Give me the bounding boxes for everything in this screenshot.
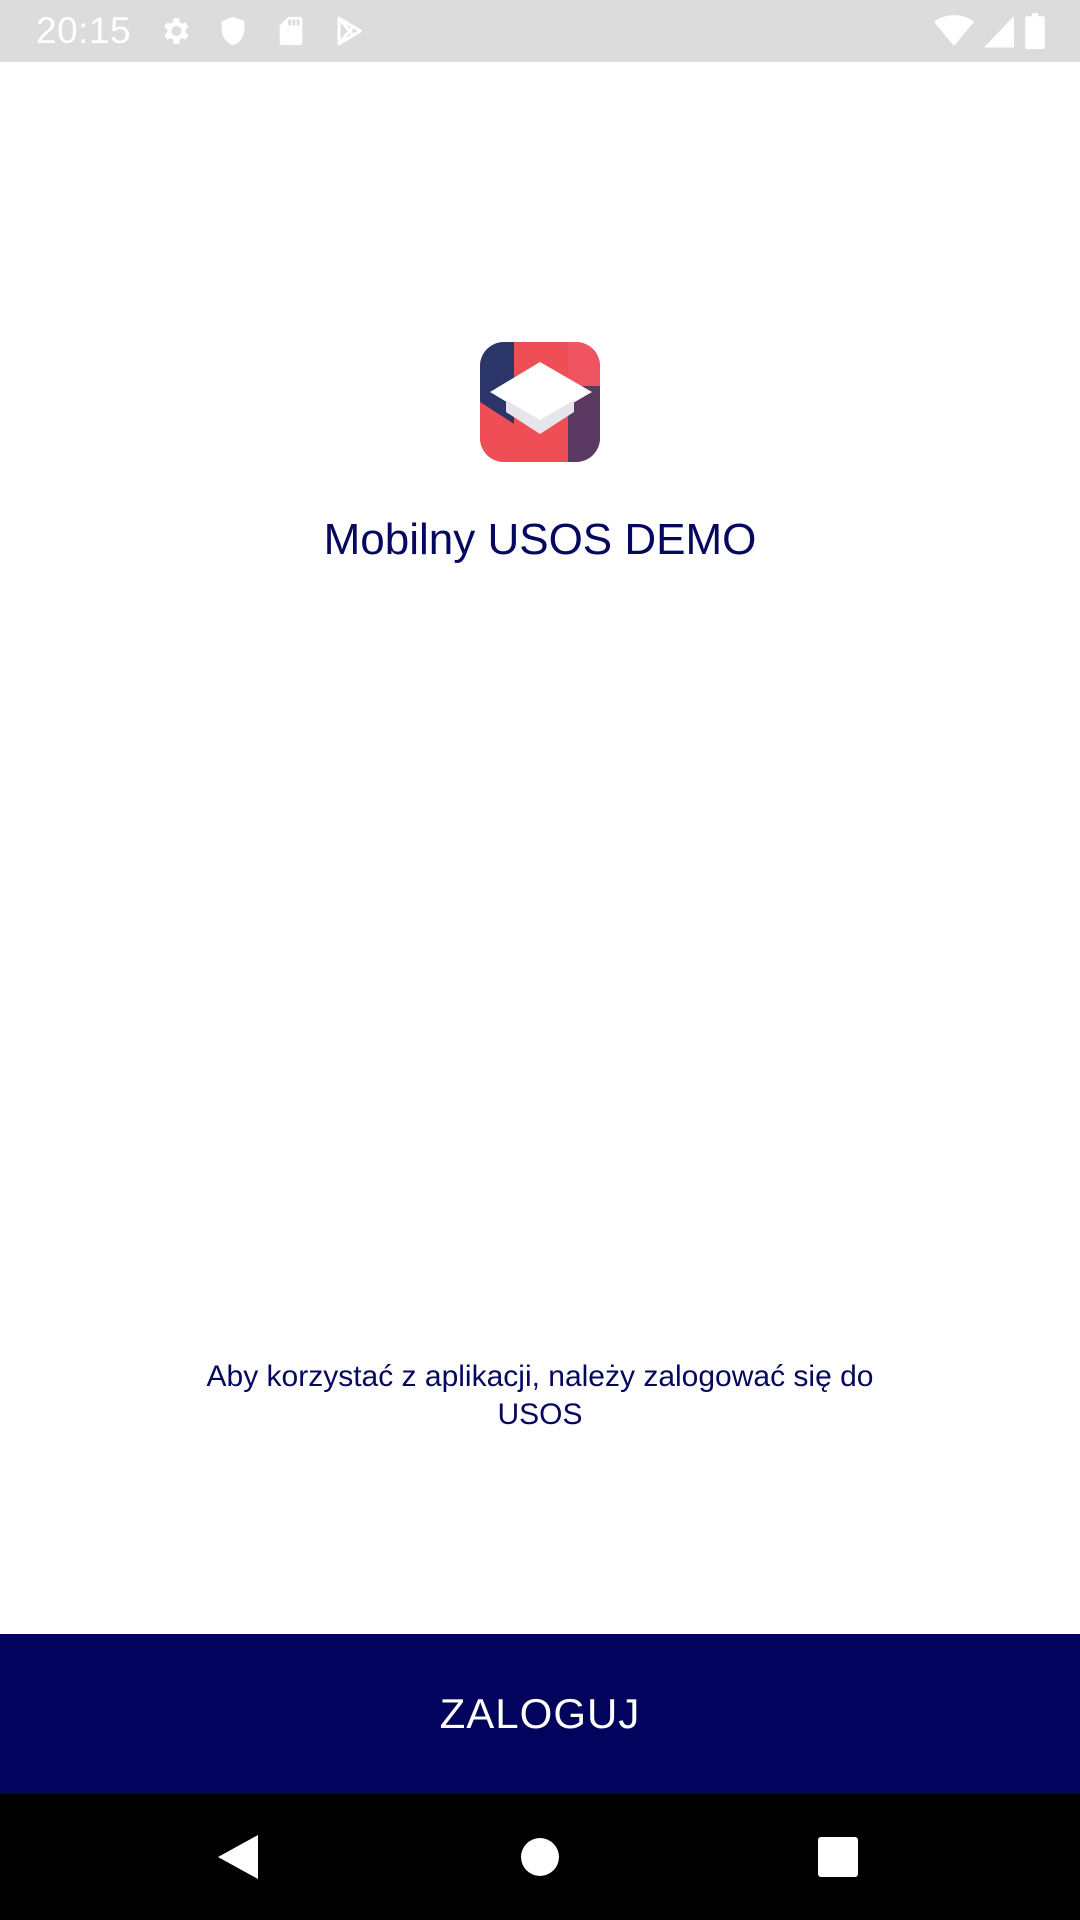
navigation-bar xyxy=(0,1794,1080,1920)
sd-card-icon xyxy=(279,16,303,46)
status-notification-icons xyxy=(158,14,390,48)
app-title: Mobilny USOS DEMO xyxy=(323,515,757,564)
home-icon[interactable] xyxy=(510,1827,570,1887)
shield-icon xyxy=(221,16,245,46)
back-icon[interactable] xyxy=(208,1827,268,1887)
mortarboard-logo xyxy=(480,342,600,462)
battery-icon xyxy=(1025,13,1045,49)
gear-icon xyxy=(164,18,189,44)
play-store-icon xyxy=(337,16,362,46)
status-system-icons xyxy=(924,13,1046,49)
login-button[interactable]: ZALOGUJ xyxy=(0,1634,1080,1794)
status-bar: 20:15 xyxy=(0,0,1080,62)
recents-icon[interactable] xyxy=(808,1827,868,1887)
cell-signal-icon xyxy=(984,16,1014,48)
status-time: 20:15 xyxy=(36,10,132,51)
wifi-icon xyxy=(934,15,974,46)
login-hint-text: Aby korzystać z aplikacji, należy zalogo… xyxy=(206,1360,874,1431)
